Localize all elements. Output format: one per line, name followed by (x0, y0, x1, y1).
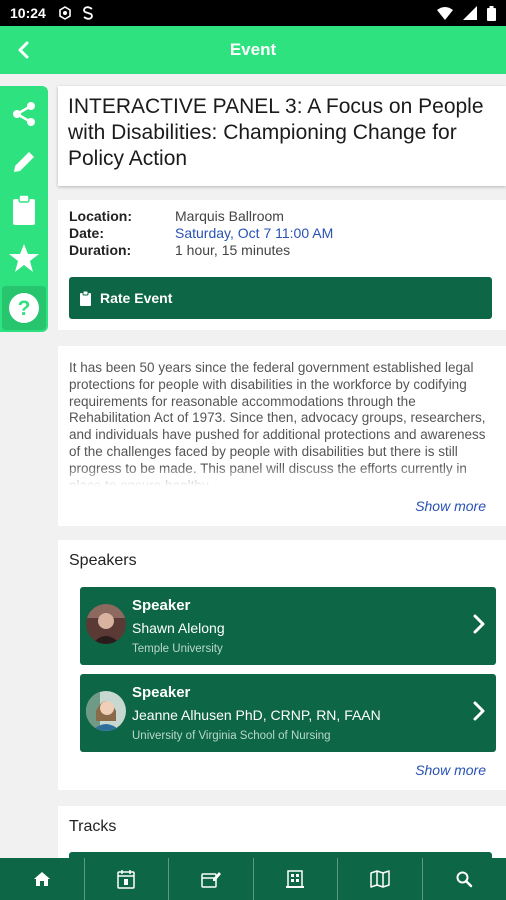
nav-search[interactable] (423, 858, 506, 900)
nav-my-schedule[interactable] (169, 858, 254, 900)
nav-home[interactable] (0, 858, 85, 900)
calendar-edit-icon (201, 872, 221, 888)
tracks-card: Tracks (58, 806, 506, 866)
side-action-rail: ? (0, 86, 48, 332)
date-value[interactable]: Saturday, Oct 7 11:00 AM (175, 225, 333, 242)
nav-map[interactable] (338, 858, 423, 900)
description-show-more-link[interactable]: Show more (415, 498, 486, 514)
battery-icon (487, 5, 496, 21)
duration-label: Duration: (69, 242, 132, 258)
nav-exhibitors[interactable] (254, 858, 338, 900)
status-time: 10:24 (10, 5, 46, 21)
speakers-title: Speakers (69, 552, 137, 569)
help-button[interactable]: ? (2, 286, 46, 330)
settings-icon (59, 6, 71, 20)
description-card: It has been 50 years since the federal g… (58, 346, 506, 526)
duration-value: 1 hour, 15 minutes (175, 242, 291, 258)
app-bar: Event (0, 26, 506, 74)
map-icon (370, 870, 390, 888)
date-row: Date: Saturday, Oct 7 11:00 AM (69, 225, 495, 242)
search-icon (456, 871, 473, 888)
bottom-navigation (0, 858, 506, 900)
speaker-item[interactable]: Speaker Jeanne Alhusen PhD, CRNP, RN, FA… (80, 674, 496, 752)
speaker-name: Jeanne Alhusen PhD, CRNP, RN, FAAN (132, 707, 381, 723)
location-value: Marquis Ballroom (175, 208, 284, 224)
tracks-title: Tracks (69, 818, 117, 835)
clipboard-icon (80, 290, 91, 306)
building-icon (286, 870, 305, 888)
share-button[interactable] (0, 90, 48, 138)
event-info-card: Location: Marquis Ballroom Date: Saturda… (58, 200, 506, 330)
duration-row: Duration: 1 hour, 15 minutes (69, 242, 495, 259)
back-button[interactable] (10, 36, 38, 64)
avatar (86, 604, 126, 644)
status-bar: 10:24 (0, 0, 506, 26)
event-title-card: INTERACTIVE PANEL 3: A Focus on People w… (58, 86, 506, 186)
chevron-right-icon (473, 614, 485, 634)
speaker-name: Shawn Alelong (132, 620, 225, 636)
pencil-icon (14, 152, 34, 172)
chevron-left-icon (18, 41, 29, 59)
speaker-organization: Temple University (132, 643, 223, 655)
speaker-role: Speaker (132, 597, 191, 614)
avatar (86, 691, 126, 731)
location-label: Location: (69, 208, 132, 224)
nav-schedule[interactable] (85, 858, 169, 900)
wifi-icon (437, 6, 453, 20)
svg-text:?: ? (18, 297, 31, 320)
event-title: INTERACTIVE PANEL 3: A Focus on People w… (68, 95, 484, 170)
edit-note-button[interactable] (0, 138, 48, 186)
home-icon (33, 872, 50, 886)
rate-event-label: Rate Event (100, 290, 173, 306)
speaker-organization: University of Virginia School of Nursing (132, 730, 331, 742)
speakers-card: Speakers Speaker Shawn Alelong Temple Un… (58, 540, 506, 790)
speaker-item[interactable]: Speaker Shawn Alelong Temple University (80, 587, 496, 665)
speakers-show-more-link[interactable]: Show more (415, 762, 486, 778)
calendar-icon (117, 870, 135, 889)
event-description: It has been 50 years since the federal g… (69, 360, 495, 486)
favorite-button[interactable] (0, 234, 48, 282)
speaker-role: Speaker (132, 684, 191, 701)
help-icon: ? (9, 293, 39, 323)
clipboard-button[interactable] (0, 186, 48, 234)
location-row: Location: Marquis Ballroom (69, 208, 495, 225)
page-title: Event (229, 40, 277, 59)
date-label: Date: (69, 225, 105, 241)
sync-icon (82, 6, 93, 20)
chevron-right-icon (473, 701, 485, 721)
share-icon (13, 102, 35, 126)
signal-icon (463, 6, 477, 20)
rate-event-button[interactable]: Rate Event (69, 277, 492, 319)
clipboard-icon (13, 194, 35, 225)
star-icon (9, 244, 39, 272)
